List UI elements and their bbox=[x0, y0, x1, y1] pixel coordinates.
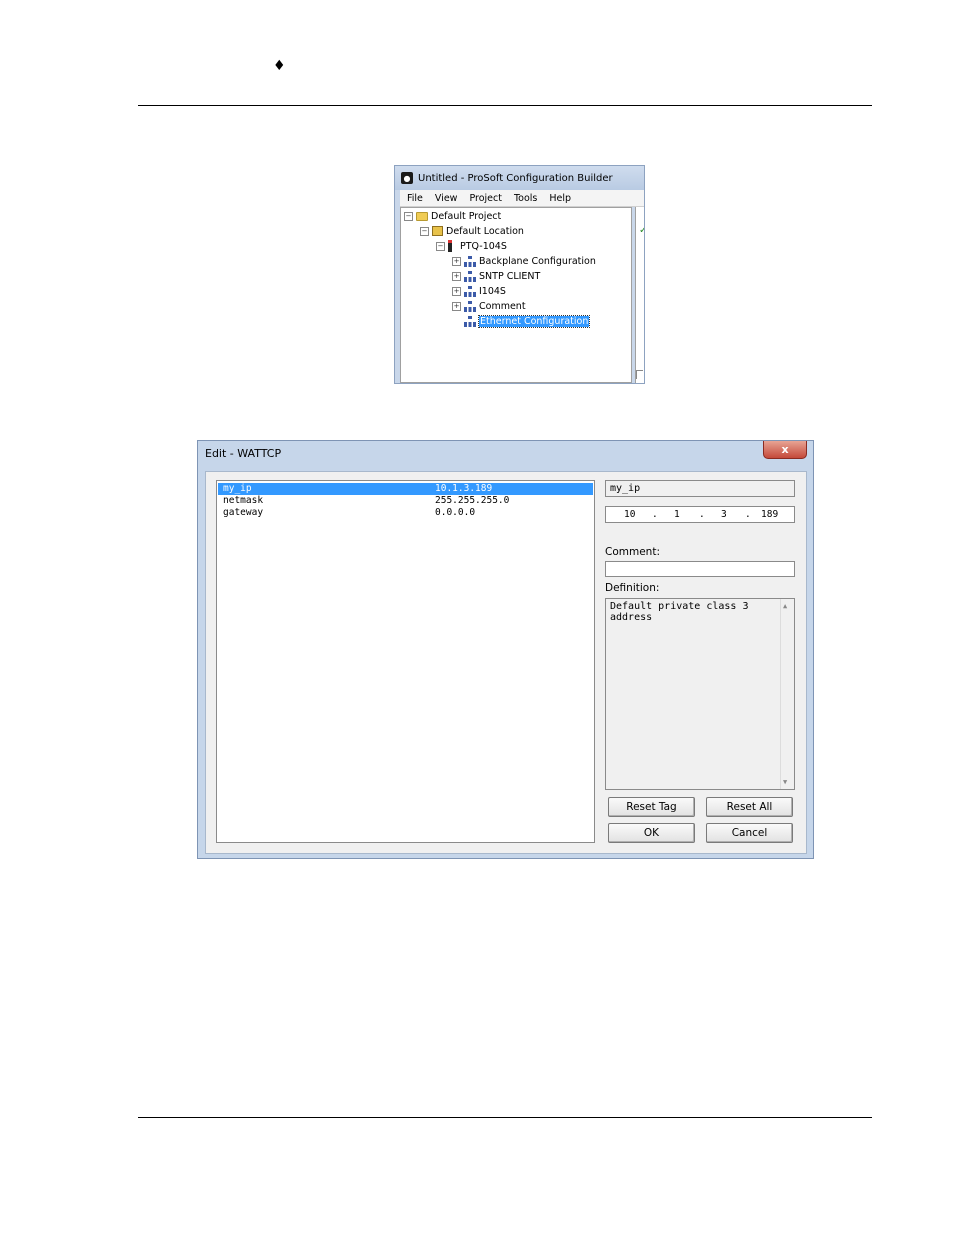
folder-icon bbox=[416, 211, 428, 221]
param-value: 255.255.255.0 bbox=[435, 495, 510, 506]
network-icon bbox=[464, 315, 476, 327]
expand-icon[interactable]: + bbox=[452, 271, 461, 281]
prosoft-title: Untitled - ProSoft Configuration Builder bbox=[418, 172, 613, 184]
tree-connector bbox=[452, 317, 461, 326]
menu-tools[interactable]: Tools bbox=[514, 193, 537, 204]
tree-label: Backplane Configuration bbox=[479, 255, 596, 267]
prosoft-window: ● Untitled - ProSoft Configuration Build… bbox=[394, 165, 645, 384]
param-value: 10.1.3.189 bbox=[435, 483, 493, 494]
prosoft-titlebar: ● Untitled - ProSoft Configuration Build… bbox=[395, 166, 644, 190]
ip-octet-2[interactable]: 1 bbox=[674, 509, 680, 520]
header-rule bbox=[138, 105, 872, 106]
expand-icon[interactable]: + bbox=[452, 286, 461, 296]
tree-label: Default Project bbox=[431, 210, 502, 222]
collapse-icon[interactable]: − bbox=[404, 211, 413, 221]
comment-input[interactable] bbox=[605, 561, 795, 577]
menu-view[interactable]: View bbox=[435, 193, 458, 204]
expand-icon[interactable]: + bbox=[452, 301, 461, 311]
scroll-down-icon[interactable]: ▼ bbox=[783, 778, 787, 786]
tree-label: Default Location bbox=[446, 225, 524, 237]
close-button[interactable]: x bbox=[763, 441, 807, 459]
tree-node-ptq-104s[interactable]: − PTQ-104S bbox=[436, 239, 507, 253]
menu-project[interactable]: Project bbox=[469, 193, 502, 204]
collapse-icon[interactable]: − bbox=[436, 241, 445, 251]
parameter-list[interactable]: my_ip 10.1.3.189 netmask 255.255.255.0 g… bbox=[216, 480, 595, 843]
ip-address-input[interactable]: 10 . 1 . 3 . 189 bbox=[605, 506, 795, 523]
location-icon bbox=[432, 226, 443, 236]
dialog-title: Edit - WATTCP bbox=[205, 447, 282, 460]
footer-rule bbox=[138, 1117, 872, 1118]
param-value: 0.0.0.0 bbox=[435, 507, 476, 518]
network-icon bbox=[464, 270, 476, 282]
list-row-gateway[interactable]: gateway 0.0.0.0 bbox=[218, 507, 593, 519]
network-icon bbox=[464, 285, 476, 297]
collapse-icon[interactable]: − bbox=[420, 226, 429, 236]
tree-label: I104S bbox=[479, 285, 506, 297]
param-name: netmask bbox=[223, 495, 264, 506]
edit-wattcp-dialog: Edit - WATTCP x my_ip 10.1.3.189 netmask… bbox=[197, 440, 814, 859]
network-icon bbox=[464, 255, 476, 267]
ip-dot: . bbox=[699, 509, 705, 520]
scroll-up-icon[interactable]: ▲ bbox=[783, 602, 787, 610]
check-icon: ✓ bbox=[639, 225, 644, 236]
ip-dot: . bbox=[745, 509, 751, 520]
list-row-netmask[interactable]: netmask 255.255.255.0 bbox=[218, 495, 593, 507]
menu-file[interactable]: File bbox=[407, 193, 423, 204]
definition-text: Default private class 3 address bbox=[610, 601, 749, 623]
device-icon bbox=[448, 240, 452, 252]
tree-label: Ethernet Configuration bbox=[477, 314, 591, 328]
menu-bar: File View Project Tools Help bbox=[400, 190, 644, 207]
list-row-my-ip[interactable]: my_ip 10.1.3.189 bbox=[218, 483, 593, 495]
tree-label: SNTP CLIENT bbox=[479, 270, 541, 282]
ip-dot: . bbox=[652, 509, 658, 520]
dialog-client: my_ip 10.1.3.189 netmask 255.255.255.0 g… bbox=[205, 471, 807, 854]
corner-mark bbox=[636, 370, 643, 379]
definition-scrollbar[interactable]: ▲ ▼ bbox=[780, 599, 794, 789]
ip-octet-4[interactable]: 189 bbox=[761, 509, 778, 520]
tree-node-default-location[interactable]: − Default Location bbox=[420, 224, 524, 238]
bullet-diamond: ♦ bbox=[273, 58, 286, 74]
tree-node-ethernet-configuration[interactable]: Ethernet Configuration bbox=[452, 314, 591, 328]
param-name: gateway bbox=[223, 507, 264, 518]
tree-label: PTQ-104S bbox=[460, 240, 507, 252]
ok-button[interactable]: OK bbox=[608, 823, 695, 843]
expand-icon[interactable]: + bbox=[452, 256, 461, 266]
network-icon bbox=[464, 300, 476, 312]
tree-node-comment[interactable]: + Comment bbox=[452, 299, 526, 313]
ip-octet-1[interactable]: 10 bbox=[624, 509, 635, 520]
app-icon: ● bbox=[401, 172, 413, 184]
param-name: my_ip bbox=[223, 483, 252, 494]
reset-all-button[interactable]: Reset All bbox=[706, 797, 793, 817]
definition-label: Definition: bbox=[605, 582, 660, 594]
tree-node-default-project[interactable]: − Default Project bbox=[404, 209, 501, 223]
tree-node-backplane-configuration[interactable]: + Backplane Configuration bbox=[452, 254, 596, 268]
right-pane: ✓ bbox=[635, 207, 644, 383]
project-tree[interactable]: − Default Project − Default Location − P… bbox=[400, 207, 632, 383]
reset-tag-button[interactable]: Reset Tag bbox=[608, 797, 695, 817]
ip-octet-3[interactable]: 3 bbox=[721, 509, 727, 520]
definition-box: Default private class 3 address ▲ ▼ bbox=[605, 598, 795, 790]
tree-node-sntp-client[interactable]: + SNTP CLIENT bbox=[452, 269, 540, 283]
comment-label: Comment: bbox=[605, 546, 660, 558]
tree-label: Comment bbox=[479, 300, 526, 312]
cancel-button[interactable]: Cancel bbox=[706, 823, 793, 843]
menu-help[interactable]: Help bbox=[549, 193, 571, 204]
tag-name-field: my_ip bbox=[605, 480, 795, 497]
tree-node-i104s[interactable]: + I104S bbox=[452, 284, 506, 298]
